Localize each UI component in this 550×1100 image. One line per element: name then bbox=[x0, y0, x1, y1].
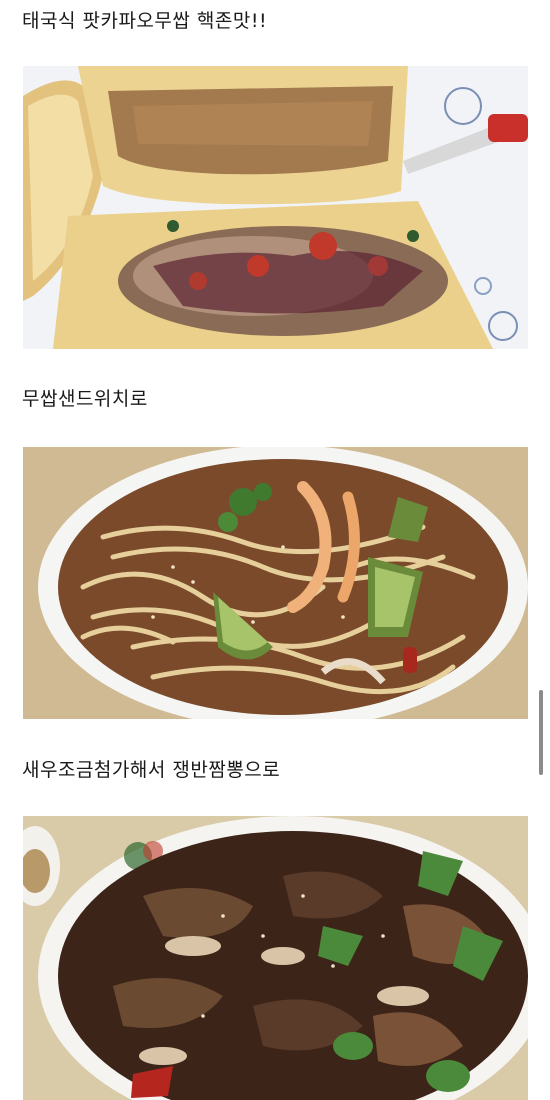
noodles-image bbox=[23, 447, 528, 719]
photo-noodles[interactable] bbox=[23, 447, 528, 719]
photo-sandwich[interactable] bbox=[23, 66, 528, 349]
jjambbong-image bbox=[23, 816, 528, 1100]
caption-2: 무쌉샌드위치로 bbox=[22, 388, 148, 410]
photo-jjambbong[interactable] bbox=[23, 816, 528, 1100]
sandwich-image bbox=[23, 66, 528, 349]
caption-1: 태국식 팟카파오무쌉 핵존맛!! bbox=[22, 10, 268, 32]
scrollbar-thumb[interactable] bbox=[539, 690, 543, 775]
caption-3: 새우조금첨가해서 쟁반짬뽕으로 bbox=[22, 759, 281, 781]
